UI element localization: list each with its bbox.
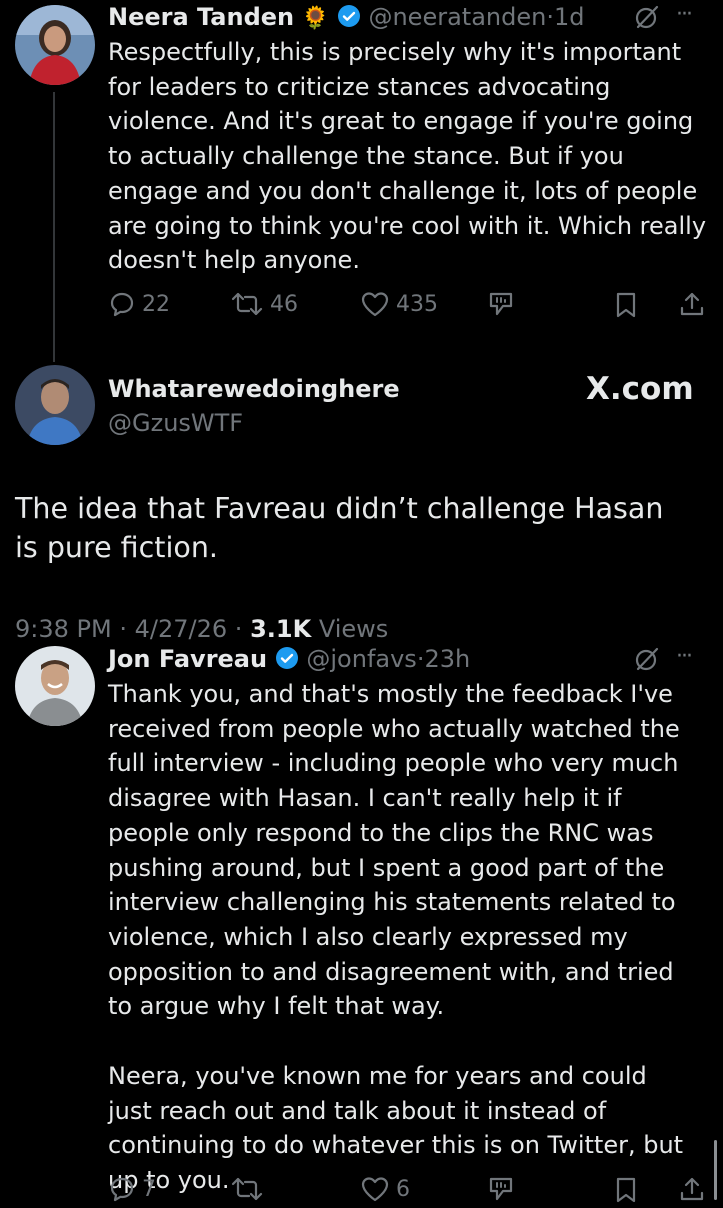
author-name[interactable]: Neera Tanden	[108, 3, 294, 31]
heart-icon	[361, 292, 389, 317]
like-count: 6	[396, 1176, 410, 1202]
avatar[interactable]	[15, 365, 95, 445]
share-icon[interactable]	[678, 1175, 706, 1207]
author-handle[interactable]: @neeratanden	[368, 3, 546, 31]
reply-icon	[110, 292, 134, 317]
views-chart-icon[interactable]	[487, 290, 515, 322]
post-time[interactable]: 9:38 PM	[15, 615, 112, 643]
bookmark-icon[interactable]	[614, 1176, 638, 1208]
reply-button[interactable]: 7	[108, 1175, 156, 1203]
tweet-header: Jon Favreau @jonfavs·23h	[108, 642, 470, 676]
reply-count: 22	[142, 291, 170, 317]
like-button[interactable]: 6	[360, 1175, 410, 1203]
reply-button[interactable]: 22	[108, 290, 170, 318]
views-chart-icon[interactable]	[487, 1175, 515, 1207]
tweet-header: Neera Tanden 🌻 @neeratanden·1d	[108, 0, 584, 34]
repost-icon[interactable]	[230, 1175, 264, 1207]
author-handle[interactable]: @jonfavs	[306, 645, 416, 673]
share-icon[interactable]	[678, 290, 706, 322]
thread-line	[53, 92, 55, 362]
verified-badge-icon	[337, 3, 361, 37]
avatar[interactable]	[15, 5, 95, 85]
heart-icon	[361, 1177, 389, 1202]
timestamp[interactable]: 1d	[554, 3, 585, 31]
post-meta: 9:38 PM · 4/27/26 · 3.1K Views	[15, 615, 389, 643]
post-date[interactable]: 4/27/26	[135, 615, 228, 643]
repost-button[interactable]: 46	[230, 290, 298, 318]
sunflower-emoji: 🌻	[301, 6, 330, 31]
tweet-text: Respectfully, this is precisely why it's…	[108, 38, 707, 275]
views-label: Views	[318, 615, 389, 643]
avatar[interactable]	[15, 646, 95, 726]
author-name[interactable]: Whatarewedoinghere	[108, 372, 400, 406]
repost-icon	[231, 292, 263, 316]
bookmark-icon[interactable]	[614, 291, 638, 323]
scrollbar[interactable]	[714, 1140, 717, 1200]
grok-icon[interactable]	[634, 4, 660, 34]
reply-count: 7	[142, 1176, 156, 1202]
x-com-logo: X.com	[586, 371, 694, 407]
reply-icon	[110, 1177, 134, 1202]
timestamp[interactable]: 23h	[424, 645, 470, 673]
author-handle[interactable]: @GzusWTF	[108, 406, 243, 440]
like-button[interactable]: 435	[360, 290, 438, 318]
grok-icon[interactable]	[634, 646, 660, 676]
post-text: The idea that Favreau didn’t challenge H…	[15, 492, 664, 564]
separator: ·	[546, 3, 554, 31]
repost-count: 46	[270, 291, 298, 317]
more-options-button[interactable]: ···	[676, 644, 693, 669]
view-count: 3.1K	[250, 615, 312, 643]
author-name[interactable]: Jon Favreau	[108, 645, 267, 673]
like-count: 435	[396, 291, 438, 317]
more-options-button[interactable]: ···	[676, 2, 693, 27]
verified-badge-icon	[275, 645, 299, 679]
tweet-text-paragraph-1: Thank you, and that's mostly the feedbac…	[108, 680, 680, 1021]
